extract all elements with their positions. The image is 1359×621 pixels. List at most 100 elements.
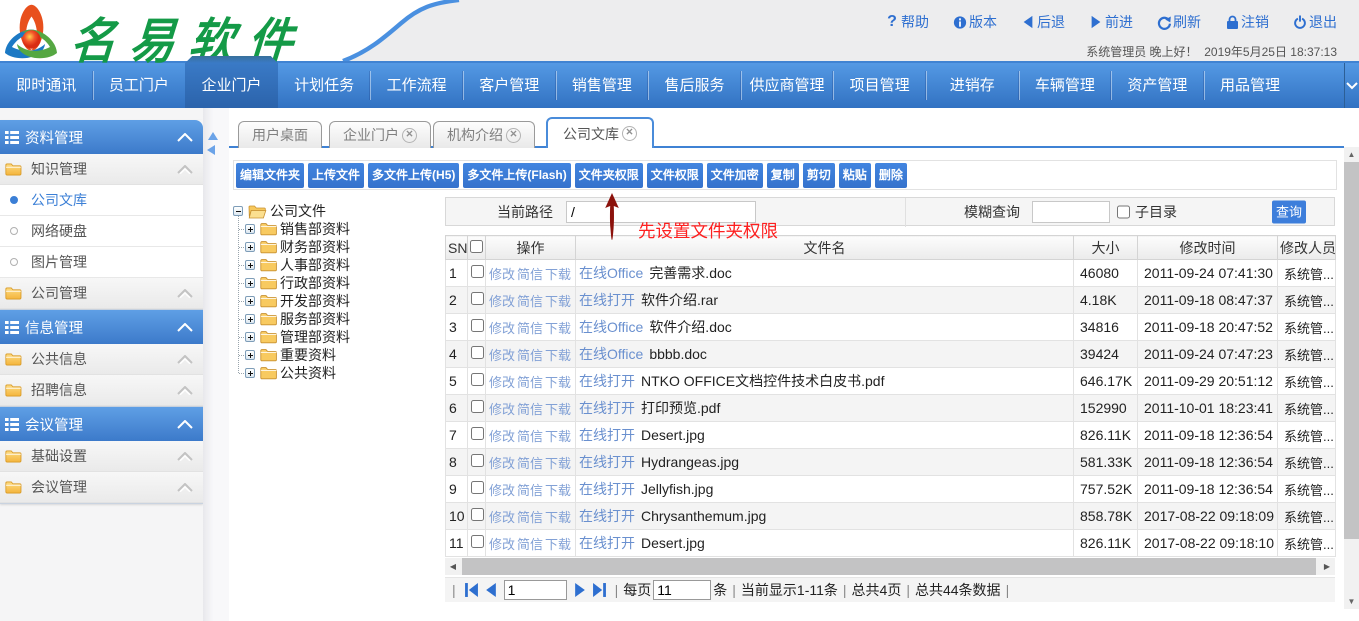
op-link-1[interactable]: 简信 — [517, 267, 543, 282]
nav-item-13[interactable]: 用品管理 — [1204, 63, 1297, 108]
nav-item-1[interactable]: 员工门户 — [93, 63, 186, 108]
open-link[interactable]: 在线Office — [579, 265, 643, 281]
sidebar-item[interactable]: 公共信息 — [0, 344, 203, 375]
open-link[interactable]: 在线Office — [579, 319, 643, 335]
row-checkbox[interactable] — [471, 346, 484, 359]
op-link-1[interactable]: 简信 — [517, 510, 543, 525]
tree-collapse-icon[interactable] — [233, 206, 243, 216]
collapse-up-icon[interactable] — [208, 132, 218, 140]
open-link[interactable]: 在线Office — [579, 346, 643, 362]
op-link-0[interactable]: 修改 — [489, 456, 515, 471]
query-button[interactable]: 查询 — [1272, 200, 1306, 223]
row-checkbox[interactable] — [471, 292, 484, 305]
op-link-0[interactable]: 修改 — [489, 375, 515, 390]
op-link-2[interactable]: 下载 — [545, 375, 571, 390]
sidebar-subitem[interactable]: 公司文库 — [0, 185, 203, 216]
nav-item-7[interactable]: 售后服务 — [648, 63, 741, 108]
nav-item-2[interactable]: 企业门户 — [185, 63, 278, 108]
vscroll-thumb[interactable] — [1344, 162, 1359, 539]
horizontal-scrollbar[interactable]: ◀▶ — [445, 558, 1335, 575]
tree-node[interactable]: 重要资料 — [233, 346, 443, 364]
op-link-2[interactable]: 下载 — [545, 456, 571, 471]
op-link-2[interactable]: 下载 — [545, 483, 571, 498]
select-all-checkbox[interactable] — [470, 240, 483, 253]
nav-item-10[interactable]: 进销存 — [926, 63, 1019, 108]
subdir-checkbox[interactable] — [1117, 205, 1130, 218]
tree-node[interactable]: 财务部资料 — [233, 238, 443, 256]
toolbar-button-5[interactable]: 文件权限 — [647, 163, 703, 188]
op-link-2[interactable]: 下载 — [545, 321, 571, 336]
nav-item-12[interactable]: 资产管理 — [1111, 63, 1204, 108]
row-checkbox[interactable] — [471, 319, 484, 332]
tab-3[interactable]: 公司文库✕ — [546, 117, 654, 148]
tree-root[interactable]: 公司文件 — [233, 202, 443, 220]
quicklink-lock[interactable]: 注销 — [1225, 12, 1269, 32]
row-checkbox[interactable] — [471, 535, 484, 548]
tab-close-icon[interactable]: ✕ — [402, 128, 417, 143]
row-checkbox[interactable] — [471, 508, 484, 521]
sidebar-item[interactable]: 基础设置 — [0, 441, 203, 472]
tab-1[interactable]: 企业门户✕ — [329, 121, 431, 148]
tree-node[interactable]: 销售部资料 — [233, 220, 443, 238]
op-link-2[interactable]: 下载 — [545, 348, 571, 363]
op-link-2[interactable]: 下载 — [545, 267, 571, 282]
op-link-0[interactable]: 修改 — [489, 537, 515, 552]
tree-expand-icon[interactable] — [245, 260, 255, 270]
nav-item-8[interactable]: 供应商管理 — [741, 63, 834, 108]
tab-close-icon[interactable]: ✕ — [622, 126, 637, 141]
quicklink-help[interactable]: ?帮助 — [885, 12, 929, 32]
op-link-0[interactable]: 修改 — [489, 321, 515, 336]
toolbar-button-7[interactable]: 复制 — [767, 163, 799, 188]
nav-item-4[interactable]: 工作流程 — [370, 63, 463, 108]
vertical-scrollbar[interactable]: ▲ ▼ — [1344, 147, 1359, 609]
last-page-button[interactable] — [592, 583, 607, 597]
open-link[interactable]: 在线打开 — [579, 427, 635, 443]
per-page-input[interactable] — [653, 580, 711, 600]
toolbar-button-9[interactable]: 粘贴 — [839, 163, 871, 188]
tree-expand-icon[interactable] — [245, 332, 255, 342]
nav-item-0[interactable]: 即时通讯 — [0, 63, 93, 108]
tree-node[interactable]: 公共资料 — [233, 364, 443, 382]
toolbar-button-8[interactable]: 剪切 — [803, 163, 835, 188]
sidebar-splitter[interactable] — [203, 108, 229, 621]
op-link-1[interactable]: 简信 — [517, 321, 543, 336]
nav-overflow-button[interactable] — [1344, 63, 1359, 108]
op-link-0[interactable]: 修改 — [489, 402, 515, 417]
tree-node[interactable]: 行政部资料 — [233, 274, 443, 292]
tab-2[interactable]: 机构介绍✕ — [433, 121, 535, 148]
tree-expand-icon[interactable] — [245, 278, 255, 288]
open-link[interactable]: 在线打开 — [579, 400, 635, 416]
toolbar-button-1[interactable]: 上传文件 — [308, 163, 364, 188]
tree-expand-icon[interactable] — [245, 368, 255, 378]
open-link[interactable]: 在线打开 — [579, 481, 635, 497]
op-link-0[interactable]: 修改 — [489, 483, 515, 498]
nav-item-9[interactable]: 项目管理 — [833, 63, 926, 108]
quicklink-power[interactable]: 退出 — [1293, 12, 1337, 32]
op-link-0[interactable]: 修改 — [489, 348, 515, 363]
op-link-1[interactable]: 简信 — [517, 348, 543, 363]
op-link-2[interactable]: 下载 — [545, 429, 571, 444]
toolbar-button-2[interactable]: 多文件上传(H5) — [368, 163, 459, 188]
row-checkbox[interactable] — [471, 265, 484, 278]
scroll-down-icon[interactable]: ▼ — [1344, 594, 1359, 609]
sidebar-item[interactable]: 知识管理 — [0, 154, 203, 185]
search-input[interactable] — [1032, 201, 1110, 223]
toolbar-button-3[interactable]: 多文件上传(Flash) — [463, 163, 570, 188]
sidebar-subitem[interactable]: 图片管理 — [0, 247, 203, 278]
op-link-0[interactable]: 修改 — [489, 429, 515, 444]
op-link-2[interactable]: 下载 — [545, 402, 571, 417]
scroll-up-icon[interactable]: ▲ — [1344, 147, 1359, 162]
first-page-button[interactable] — [464, 583, 479, 597]
op-link-0[interactable]: 修改 — [489, 267, 515, 282]
nav-item-5[interactable]: 客户管理 — [463, 63, 556, 108]
tree-expand-icon[interactable] — [245, 224, 255, 234]
open-link[interactable]: 在线打开 — [579, 292, 635, 308]
tree-expand-icon[interactable] — [245, 296, 255, 306]
op-link-2[interactable]: 下载 — [545, 537, 571, 552]
op-link-1[interactable]: 简信 — [517, 294, 543, 309]
section-header-0[interactable]: 资料管理 — [0, 120, 203, 154]
row-checkbox[interactable] — [471, 400, 484, 413]
toolbar-button-0[interactable]: 编辑文件夹 — [236, 163, 304, 188]
tree-node[interactable]: 人事部资料 — [233, 256, 443, 274]
toolbar-button-6[interactable]: 文件加密 — [707, 163, 763, 188]
